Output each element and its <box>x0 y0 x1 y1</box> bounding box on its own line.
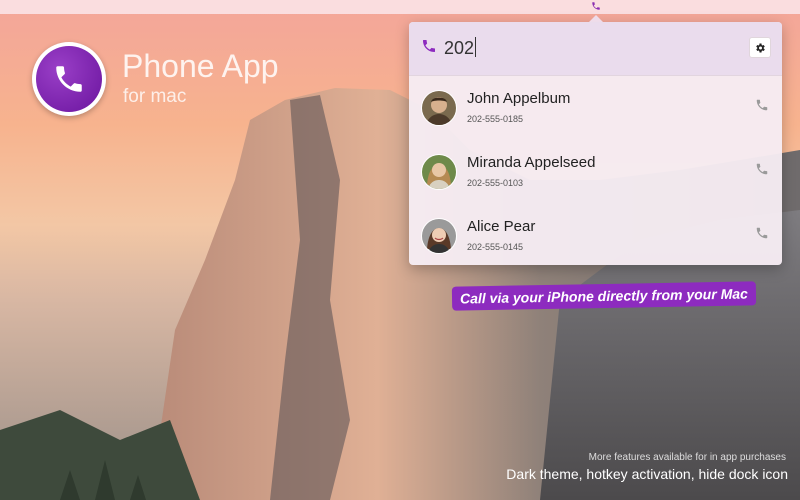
app-logo <box>32 42 106 116</box>
contact-number: 202-555-0145 <box>467 242 524 252</box>
promo-more-features: More features available for in app purch… <box>588 452 786 463</box>
promo-features: Dark theme, hotkey activation, hide dock… <box>506 466 788 482</box>
contact-row[interactable]: Alice Pear 202-555-0145 <box>409 204 782 266</box>
phone-icon <box>421 38 437 54</box>
text-caret <box>475 37 476 57</box>
app-subtitle: for mac <box>123 86 187 107</box>
contact-row[interactable]: Miranda Appelseed 202-555-0103 <box>409 140 782 202</box>
phone-icon <box>56 66 82 92</box>
contact-number: 202-555-0103 <box>467 178 524 188</box>
app-title: Phone App <box>122 48 279 84</box>
call-button[interactable] <box>755 226 769 242</box>
contact-name: John Appelbum <box>467 90 571 107</box>
search-input[interactable] <box>442 34 726 62</box>
phone-popover: John Appelbum 202-555-0185 Miranda Appel… <box>409 15 782 266</box>
avatar <box>421 218 457 254</box>
contact-row[interactable]: John Appelbum 202-555-0185 <box>409 76 782 138</box>
search-bar <box>409 22 782 76</box>
avatar <box>421 90 457 126</box>
contact-number: 202-555-0185 <box>467 114 524 124</box>
menubar-phone-icon[interactable] <box>590 1 602 13</box>
call-button[interactable] <box>755 98 769 114</box>
avatar <box>421 154 457 190</box>
contact-name: Miranda Appelseed <box>467 154 596 171</box>
phone-icon <box>756 227 768 239</box>
contact-name: Alice Pear <box>467 218 536 235</box>
gear-icon <box>756 43 765 52</box>
call-button[interactable] <box>755 162 769 178</box>
phone-icon <box>756 99 768 111</box>
menu-bar <box>0 0 800 14</box>
settings-button[interactable] <box>749 37 771 58</box>
phone-icon <box>756 163 768 175</box>
